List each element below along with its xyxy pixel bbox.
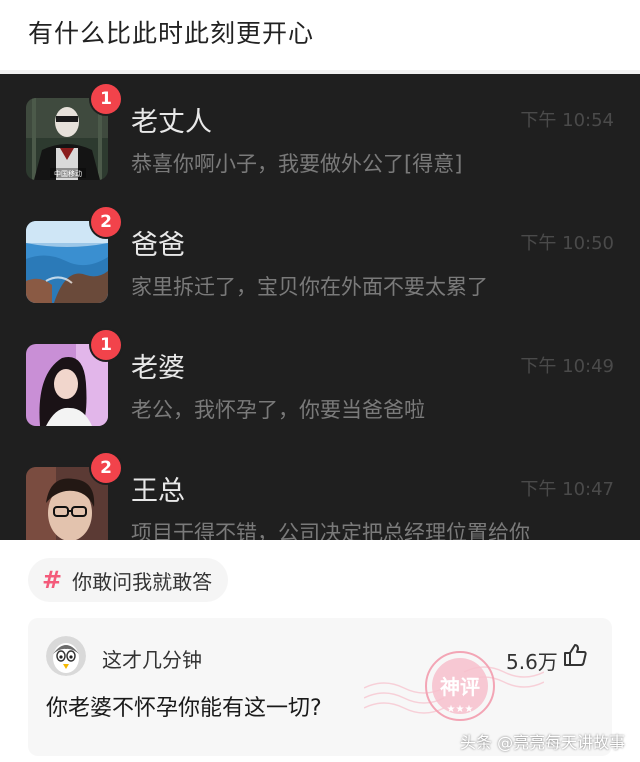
- message-time: 下午 10:49: [520, 356, 614, 377]
- contact-name: 王总: [131, 476, 185, 507]
- hashtag-icon: #: [42, 566, 63, 594]
- chat-row-wife[interactable]: 1 老婆 下午 10:49 老公，我怀孕了，你要当爸爸啦: [0, 320, 640, 444]
- message-time: 下午 10:50: [520, 233, 614, 254]
- message-preview: 项目干得不错，公司决定把总经理位置给你: [131, 521, 530, 540]
- svg-text:★★★: ★★★: [447, 704, 474, 715]
- watermark: 头条 @亮亮每天讲故事: [460, 733, 626, 752]
- thumbs-up-icon[interactable]: [562, 642, 588, 668]
- comment-text: 你老婆不怀孕你能有这一切?: [46, 696, 322, 721]
- svg-text:中国移动: 中国移动: [54, 169, 82, 178]
- topic-tag-label: 你敢问我就敢答: [72, 569, 213, 594]
- post-title: 有什么比此时此刻更开心: [28, 19, 315, 48]
- comment-username[interactable]: 这才几分钟: [102, 644, 202, 673]
- penguin-icon[interactable]: [46, 636, 86, 676]
- stamp-text: 神评: [440, 675, 480, 699]
- topic-tag[interactable]: # 你敢问我就敢答: [28, 558, 229, 602]
- page: 有什么比此时此刻更开心 中国移动 1 老丈人 下午 10:54 恭喜你啊小子，我…: [0, 0, 640, 762]
- unread-badge: 2: [91, 453, 121, 483]
- chat-row-boss[interactable]: 2 王总 下午 10:47 项目干得不错，公司决定把总经理位置给你: [0, 443, 640, 540]
- message-preview: 老公，我怀孕了，你要当爸爸啦: [131, 398, 425, 422]
- unread-badge: 1: [91, 84, 121, 114]
- message-time: 下午 10:47: [520, 479, 614, 500]
- chat-row-dad[interactable]: 2 爸爸 下午 10:50 家里拆迁了，宝贝你在外面不要太累了: [0, 197, 640, 321]
- contact-name: 老婆: [131, 353, 185, 384]
- contact-name: 爸爸: [131, 230, 185, 261]
- unread-badge: 2: [91, 207, 121, 237]
- message-preview: 家里拆迁了，宝贝你在外面不要太累了: [131, 275, 488, 299]
- chat-row-father-in-law[interactable]: 中国移动 1 老丈人 下午 10:54 恭喜你啊小子，我要做外公了[得意]: [0, 74, 640, 198]
- like-count: 5.6万: [506, 650, 558, 674]
- message-preview: 恭喜你啊小子，我要做外公了[得意]: [131, 152, 463, 176]
- contact-name: 老丈人: [131, 107, 212, 138]
- chat-list-screenshot: 中国移动 1 老丈人 下午 10:54 恭喜你啊小子，我要做外公了[得意] 2 …: [0, 74, 640, 540]
- unread-badge: 1: [91, 330, 121, 360]
- message-time: 下午 10:54: [520, 110, 614, 131]
